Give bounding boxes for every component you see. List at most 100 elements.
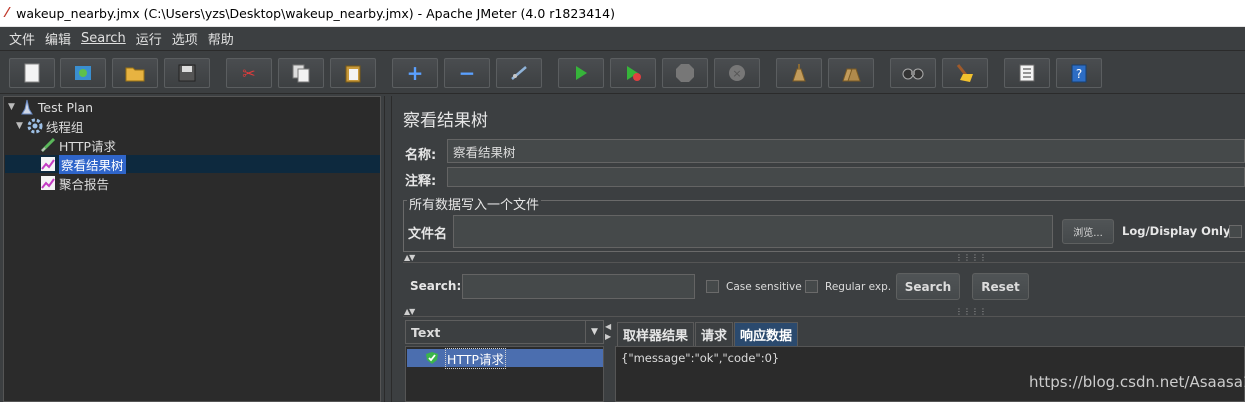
split-divider[interactable] — [384, 96, 392, 402]
success-shield-icon — [426, 352, 438, 364]
clear-button[interactable] — [776, 58, 822, 88]
tab-request[interactable]: 请求 — [695, 322, 734, 346]
paste-button[interactable] — [330, 58, 376, 88]
name-field[interactable]: 察看结果树 — [447, 139, 1245, 163]
renderer-select[interactable]: Text ▼ — [405, 320, 604, 344]
open-button[interactable] — [112, 58, 158, 88]
filename-input[interactable] — [453, 215, 1053, 248]
paste-icon — [345, 65, 361, 83]
collapse-right-icon[interactable]: ▶ — [605, 332, 611, 341]
search-button-toolbar[interactable] — [890, 58, 936, 88]
save-button[interactable] — [164, 58, 210, 88]
tab-sampler-result[interactable]: 取样器结果 — [617, 322, 695, 346]
expand-all-button[interactable]: + — [392, 58, 438, 88]
tree-label: Test Plan — [37, 99, 94, 115]
menu-options[interactable]: 选项 — [172, 29, 198, 48]
stop-button[interactable] — [662, 58, 708, 88]
reset-button[interactable]: Reset — [972, 273, 1029, 300]
test-plan-tree: ▼ Test Plan ▼ 线程组 HTTP请求 察看结果树 聚合报告 — [3, 96, 381, 402]
regex-label: Regular exp. — [825, 281, 892, 293]
tree-node-view-results-tree[interactable]: 察看结果树 — [5, 154, 380, 174]
copy-button[interactable] — [278, 58, 324, 88]
reset-search-button[interactable] — [942, 58, 988, 88]
log-display-checkbox[interactable] — [1229, 225, 1242, 238]
regex-checkbox[interactable] — [805, 280, 818, 293]
tree-node-aggregate-report[interactable]: 聚合报告 — [40, 174, 109, 192]
clear-icon — [792, 64, 806, 82]
inner-split-divider[interactable]: ◀ ▶ — [605, 320, 613, 402]
collapse-arrows-icon[interactable]: ▲▼ — [404, 307, 415, 316]
menu-edit[interactable]: 编辑 — [45, 29, 71, 48]
menu-bar: 文件 编辑 Search 运行 选项 帮助 — [0, 27, 1245, 51]
new-icon — [24, 63, 40, 83]
renderer-value: Text — [411, 324, 441, 340]
function-helper-icon — [1019, 64, 1035, 82]
clear-all-icon — [842, 68, 861, 82]
listener-icon — [40, 156, 56, 172]
start-button[interactable] — [558, 58, 604, 88]
collapse-arrows-icon[interactable]: ▲▼ — [404, 253, 415, 262]
tree-node-thread-group[interactable]: ▼ 线程组 — [16, 117, 83, 135]
menu-help[interactable]: 帮助 — [208, 29, 234, 48]
help-button[interactable]: ? — [1056, 58, 1102, 88]
result-item-label: HTTP请求 — [445, 347, 506, 369]
case-sensitive-label: Case sensitive — [726, 281, 802, 293]
tab-response-data[interactable]: 响应数据 — [734, 322, 799, 346]
file-output-group-label: 所有数据写入一个文件 — [407, 194, 542, 213]
panel-title: 察看结果树 — [403, 111, 488, 131]
http-sampler-icon — [40, 137, 56, 153]
toggle-button[interactable] — [496, 58, 542, 88]
jmeter-feather-icon: ⁄ — [6, 5, 9, 21]
browse-button[interactable]: 浏览... — [1062, 219, 1114, 244]
tree-label: 线程组 — [45, 119, 84, 135]
shutdown-button[interactable]: × — [714, 58, 760, 88]
expand-icon: + — [406, 61, 424, 85]
search-button[interactable]: Search — [896, 273, 960, 300]
cut-icon: ✂ — [242, 63, 256, 83]
response-text: {"message":"ok","code":0} — [621, 351, 780, 365]
splitter-grip-icon[interactable]: ⋮⋮⋮⋮ — [955, 253, 987, 262]
reset-search-icon — [956, 64, 973, 82]
listener-icon — [40, 175, 56, 191]
templates-icon — [75, 66, 91, 80]
chevron-down-icon[interactable]: ▼ — [585, 321, 603, 343]
name-label: 名称: — [405, 148, 437, 163]
separator — [403, 262, 1245, 263]
cut-button[interactable]: ✂ — [226, 58, 272, 88]
comment-field[interactable] — [447, 167, 1245, 187]
sample-result-list: HTTP请求 — [405, 346, 604, 402]
expand-arrow-icon[interactable]: ▼ — [16, 121, 23, 131]
case-sensitive-checkbox[interactable] — [706, 280, 719, 293]
clear-all-button[interactable] — [828, 58, 874, 88]
tree-node-http-request[interactable]: HTTP请求 — [40, 136, 116, 154]
svg-text:?: ? — [1076, 67, 1082, 81]
tree-node-test-plan[interactable]: ▼ Test Plan — [8, 98, 93, 116]
menu-file[interactable]: 文件 — [9, 29, 35, 48]
name-field-value: 察看结果树 — [453, 144, 516, 160]
search-input[interactable] — [462, 274, 695, 299]
toolbar: ✂ + − × ? — [0, 52, 1245, 94]
expand-arrow-icon[interactable]: ▼ — [8, 102, 15, 112]
tree-label: HTTP请求 — [59, 138, 116, 154]
collapse-all-button[interactable]: − — [444, 58, 490, 88]
start-no-pause-icon — [627, 66, 641, 81]
splitter-grip-icon[interactable]: ⋮⋮⋮⋮ — [955, 307, 987, 316]
comment-label: 注释: — [405, 174, 437, 189]
help-icon: ? — [1071, 64, 1087, 83]
start-icon — [576, 66, 587, 80]
templates-button[interactable] — [60, 58, 106, 88]
new-button[interactable] — [9, 58, 55, 88]
save-icon — [178, 64, 196, 82]
result-tabs: 取样器结果 请求 响应数据 — [617, 322, 799, 346]
tree-label: 察看结果树 — [59, 154, 126, 174]
svg-text:×: × — [732, 67, 741, 80]
filename-label: 文件名 — [408, 227, 448, 242]
menu-search[interactable]: Search — [81, 31, 126, 46]
copy-icon — [292, 64, 310, 83]
start-no-pauses-button[interactable] — [610, 58, 656, 88]
function-helper-button[interactable] — [1004, 58, 1050, 88]
result-item-http-request[interactable]: HTTP请求 — [407, 347, 603, 369]
log-display-label: Log/Display Only: — [1122, 224, 1236, 238]
menu-run[interactable]: 运行 — [136, 29, 162, 48]
collapse-left-icon[interactable]: ◀ — [605, 322, 611, 331]
